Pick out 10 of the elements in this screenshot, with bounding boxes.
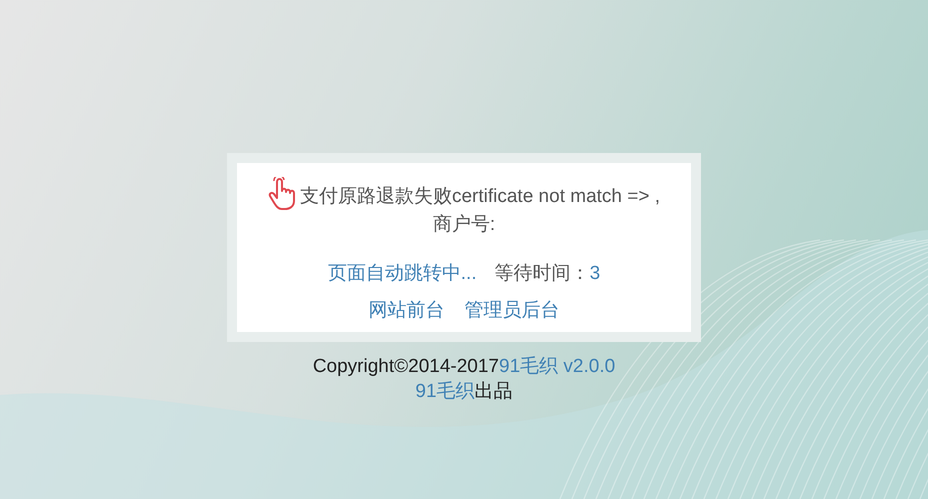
brand-link[interactable]: 91毛织 (415, 379, 475, 404)
nav-link[interactable]: 管理员后台 (464, 297, 560, 324)
auto-redirect-link[interactable]: 页面自动跳转中... (328, 260, 477, 287)
wait-time-text: 等待时间：3 (494, 262, 600, 286)
credit-text: 出品 (474, 380, 513, 404)
merchant-number-label: 商户号: (432, 213, 496, 237)
nav-link[interactable]: 网站前台 (368, 297, 444, 324)
copyright-text: Copyright©2014-2017 (312, 355, 499, 379)
error-message: 支付原路退款失败certificate not match => , (300, 185, 660, 209)
brand-version-link[interactable]: 91毛织 v2.0.0 (499, 354, 616, 379)
